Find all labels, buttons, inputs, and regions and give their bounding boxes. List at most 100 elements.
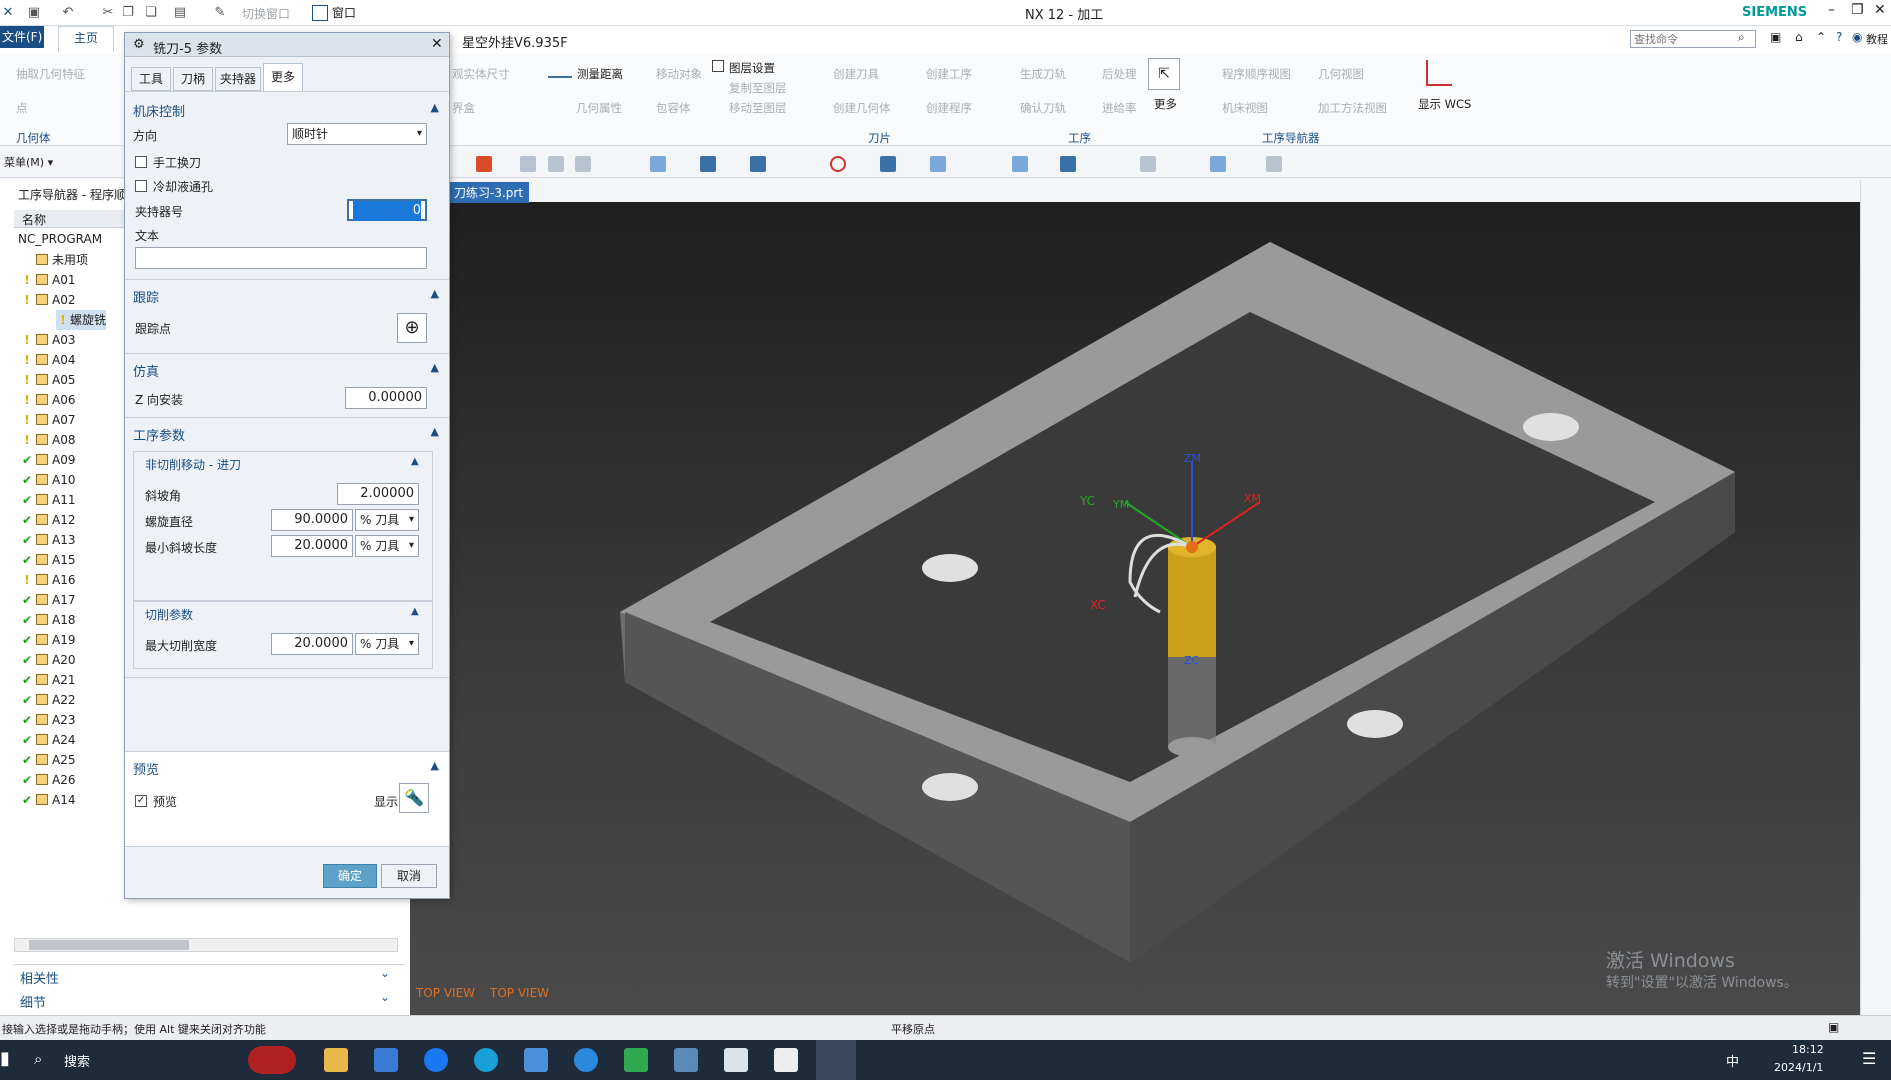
paste-icon[interactable]: ❏ — [143, 5, 159, 21]
table-row[interactable]: ! A04 — [20, 350, 75, 370]
more-icon[interactable]: ⇱ — [1148, 58, 1180, 90]
music-icon[interactable] — [624, 1048, 648, 1072]
close-button[interactable]: ✕ — [1874, 2, 1886, 18]
undo-icon[interactable]: ↶ — [60, 5, 76, 21]
coolant-hole-checkbox[interactable] — [135, 180, 147, 192]
layer-settings-button[interactable]: 图层设置 — [729, 60, 775, 76]
nx-taskbar-icon[interactable] — [816, 1040, 856, 1080]
helix-diameter-input[interactable]: 90.0000 — [271, 509, 353, 531]
table-row[interactable]: ! A01 — [20, 270, 75, 290]
tab-tool[interactable]: 工具 — [131, 67, 171, 91]
chevron-down-icon[interactable]: ⌄ — [380, 990, 390, 1004]
circle-icon[interactable] — [830, 156, 846, 172]
horizontal-scrollbar[interactable] — [14, 938, 398, 952]
save-icon[interactable]: ▣ — [26, 5, 42, 21]
table-row[interactable]: ✔ A20 — [20, 650, 76, 670]
table-row[interactable]: ✔ A21 — [20, 670, 76, 690]
table-row[interactable]: ✔ A09 — [20, 450, 76, 470]
preview-header[interactable]: 预览 — [133, 759, 159, 778]
table-row[interactable]: ✔ A25 — [20, 750, 76, 770]
weather-widget-icon[interactable] — [248, 1046, 296, 1074]
table-row[interactable]: ✔ A12 — [20, 510, 76, 530]
line-icon[interactable] — [750, 156, 766, 172]
table-row[interactable]: ✔ A14 — [20, 790, 76, 810]
snap-icon[interactable] — [548, 156, 564, 172]
machine-control-header[interactable]: 机床控制 — [133, 101, 185, 120]
crosshair-icon[interactable]: ⊕ — [397, 313, 427, 343]
cut-icon[interactable]: ✂ — [100, 5, 116, 21]
table-row[interactable]: ✔ A26 — [20, 770, 76, 790]
notepad-icon[interactable] — [674, 1048, 698, 1072]
table-row[interactable]: ✔ A19 — [20, 630, 76, 650]
table-row[interactable]: ✔ A17 — [20, 590, 76, 610]
min-ramp-input[interactable]: 20.0000 — [271, 535, 353, 557]
geometry-view-button[interactable]: 几何视图 — [1318, 66, 1364, 82]
menu-dropdown[interactable]: 菜单(M) ▾ — [4, 154, 53, 170]
cancel-button[interactable]: 取消 — [381, 864, 437, 888]
mail-icon[interactable] — [524, 1048, 548, 1072]
move-object-button[interactable]: 移动对象 — [656, 66, 702, 82]
video-icon[interactable] — [774, 1048, 798, 1072]
taskbar-search[interactable]: 搜索 — [64, 1051, 90, 1070]
table-row[interactable]: ! A16 — [20, 570, 75, 590]
create-program-button[interactable]: 创建程序 — [926, 100, 972, 116]
rotate-icon[interactable] — [1060, 156, 1076, 172]
table-row[interactable]: ✔ A22 — [20, 690, 76, 710]
generate-path-button[interactable]: 生成刀轨 — [1020, 66, 1066, 82]
clock-date[interactable]: 2024/1/1 — [1774, 1061, 1823, 1074]
flashlight-icon[interactable]: 🔦 — [399, 783, 429, 813]
show-wcs-button[interactable]: 显示 WCS — [1418, 96, 1471, 112]
op-params-header[interactable]: 工序参数 — [133, 425, 185, 444]
start-icon[interactable]: ▮ — [0, 1048, 10, 1069]
edge-icon[interactable] — [474, 1048, 498, 1072]
tab-home[interactable]: 主页 — [58, 26, 114, 52]
boundary-button[interactable]: 界盒 — [452, 100, 475, 116]
switch-window-button[interactable]: 切换窗口 — [242, 5, 290, 22]
ramp-angle-input[interactable]: 2.00000 — [337, 483, 419, 505]
dialog-close-icon[interactable]: ✕ — [431, 36, 443, 52]
window-select-icon[interactable] — [575, 156, 591, 172]
helix-unit-select[interactable]: % 刀具 — [355, 509, 419, 531]
column-name-header[interactable]: 名称 — [22, 211, 46, 228]
window-layout-icon[interactable]: ▣ — [1770, 30, 1781, 44]
display-icon[interactable] — [1266, 156, 1282, 172]
tab-holder[interactable]: 夹持器 — [215, 67, 261, 91]
table-row[interactable]: ✔ A23 — [20, 710, 76, 730]
table-row[interactable]: ! A08 — [20, 430, 75, 450]
table-row[interactable]: ! A06 — [20, 390, 75, 410]
create-tool-button[interactable]: 创建刀具 — [833, 66, 879, 82]
measure-distance-button[interactable]: 测量距离 — [577, 66, 623, 82]
minimize-button[interactable]: – — [1828, 2, 1835, 18]
program-order-view-button[interactable]: 程序顺序视图 — [1222, 66, 1291, 82]
tab-more[interactable]: 更多 — [263, 63, 303, 91]
browser-icon[interactable] — [574, 1048, 598, 1072]
manual-tool-change-checkbox[interactable] — [135, 156, 147, 168]
copy-to-layer-button[interactable]: 复制至图层 — [729, 80, 787, 96]
postprocess-button[interactable]: 后处理 — [1102, 66, 1137, 82]
chevron-up-icon[interactable]: ▲ — [431, 425, 439, 438]
method-view-button[interactable]: 加工方法视图 — [1318, 100, 1387, 116]
restore-button[interactable]: ❐ — [1851, 2, 1864, 18]
search-icon[interactable]: ⌕ — [1738, 30, 1745, 45]
pole-icon[interactable] — [930, 156, 946, 172]
create-geometry-button[interactable]: 创建几何体 — [833, 100, 891, 116]
tracking-header[interactable]: 跟踪 — [133, 287, 159, 306]
table-row[interactable]: ✔ A18 — [20, 610, 76, 630]
graphics-viewport[interactable]: ZM XM YC YM XC ZC TOP VIEW TOP VIEW 激活 W… — [410, 202, 1860, 1015]
chevron-up-icon[interactable]: ▲ — [431, 101, 439, 114]
details-section[interactable]: 细节 — [20, 992, 46, 1011]
select-icon[interactable] — [476, 156, 492, 172]
verify-path-button[interactable]: 确认刀轨 — [1020, 100, 1066, 116]
bounding-body-button[interactable]: 包容体 — [656, 100, 691, 116]
app-icon[interactable] — [424, 1048, 448, 1072]
more-button[interactable]: 更多 — [1154, 96, 1177, 112]
dependencies-section[interactable]: 相关性 — [20, 968, 59, 987]
plugin-tab[interactable]: 星空外挂V6.935F — [462, 32, 568, 51]
chevron-up-icon[interactable]: ▲ — [411, 456, 419, 467]
home-icon[interactable]: ⌂ — [1795, 30, 1803, 44]
table-row[interactable]: ✔ A24 — [20, 730, 76, 750]
part-file-tab[interactable]: 刀练习-3.prt — [448, 182, 530, 203]
notification-icon[interactable]: ☰ — [1862, 1049, 1876, 1068]
table-row[interactable]: ✔ A13 — [20, 530, 76, 550]
create-operation-button[interactable]: 创建工序 — [926, 66, 972, 82]
